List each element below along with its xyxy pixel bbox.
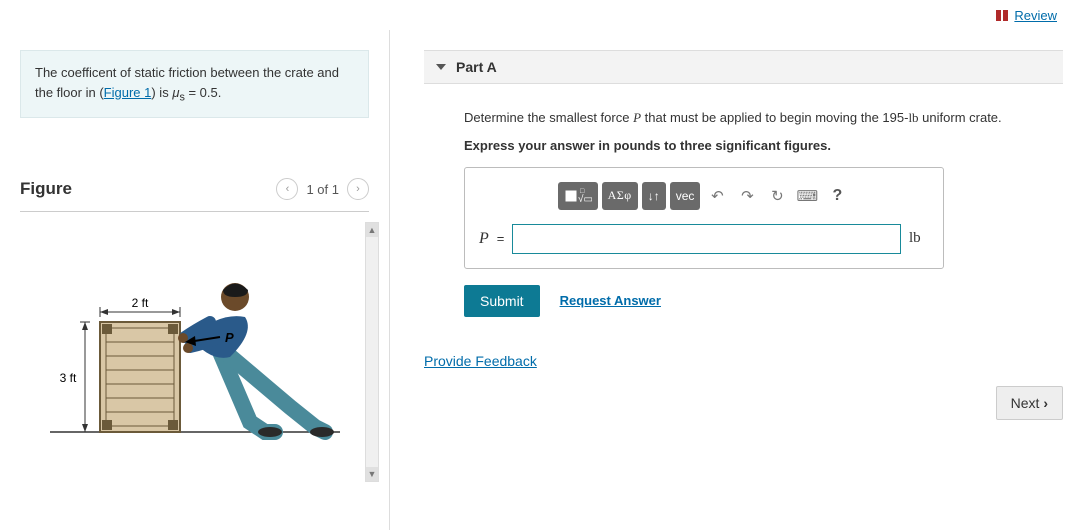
subsup-button[interactable]: ↓↑: [642, 182, 666, 210]
variable-label: P: [479, 230, 489, 248]
figure-svg: 2 ft 3 ft: [20, 222, 350, 462]
answer-box: □√▭ ΑΣφ ↓↑ vec ↶ ↷ ↻ ⌨ ? P = lb: [464, 167, 944, 269]
vec-button[interactable]: vec: [670, 182, 701, 210]
submit-button[interactable]: Submit: [464, 285, 540, 317]
part-a-title: Part A: [456, 59, 497, 75]
redo-button[interactable]: ↷: [734, 182, 760, 210]
dim-width: 2 ft: [132, 296, 149, 310]
caret-down-icon: [436, 64, 446, 70]
figure-title: Figure: [20, 179, 72, 199]
figure-prev-button[interactable]: ‹: [276, 178, 298, 200]
question-text: Determine the smallest force P that must…: [464, 108, 1035, 128]
scroll-down-icon[interactable]: ▼: [366, 467, 378, 481]
problem-statement: The coefficent of static friction betwee…: [20, 50, 369, 118]
unit-label: lb: [909, 230, 929, 247]
review-label: Review: [1014, 8, 1057, 23]
greek-button[interactable]: ΑΣφ: [602, 182, 638, 210]
next-label: Next: [1011, 395, 1040, 411]
request-answer-link[interactable]: Request Answer: [560, 293, 661, 308]
scroll-up-icon[interactable]: ▲: [366, 223, 378, 237]
figure-counter: 1 of 1: [306, 182, 339, 197]
instruction-text: Express your answer in pounds to three s…: [464, 138, 1035, 153]
provide-feedback-link[interactable]: Provide Feedback: [424, 353, 537, 369]
force-label: P: [225, 330, 234, 345]
part-a-header[interactable]: Part A: [424, 50, 1063, 84]
figure-next-button[interactable]: ›: [347, 178, 369, 200]
answer-input[interactable]: [512, 224, 901, 254]
keyboard-button[interactable]: ⌨: [794, 182, 820, 210]
figure-body: 2 ft 3 ft: [20, 222, 369, 482]
equals-sign: =: [497, 231, 505, 246]
templates-button[interactable]: □√▭: [558, 182, 598, 210]
mu-value: = 0.5.: [185, 85, 222, 100]
help-button[interactable]: ?: [824, 182, 850, 210]
chevron-right-icon: ›: [1043, 395, 1048, 411]
right-pane: Part A Determine the smallest force P th…: [390, 30, 1075, 530]
problem-text-post: ) is: [151, 85, 172, 100]
dim-height: 3 ft: [60, 371, 77, 385]
equation-toolbar: □√▭ ΑΣφ ↓↑ vec ↶ ↷ ↻ ⌨ ?: [479, 182, 929, 210]
flag-icon: [996, 9, 1010, 24]
left-pane: The coefficent of static friction betwee…: [0, 30, 390, 530]
svg-text:√▭: √▭: [578, 193, 592, 205]
next-button[interactable]: Next ›: [996, 386, 1063, 420]
figure-scrollbar[interactable]: ▲ ▼: [365, 222, 379, 482]
reset-button[interactable]: ↻: [764, 182, 790, 210]
review-link[interactable]: Review: [996, 8, 1057, 24]
undo-button[interactable]: ↶: [704, 182, 730, 210]
figure-link[interactable]: Figure 1: [104, 85, 152, 100]
